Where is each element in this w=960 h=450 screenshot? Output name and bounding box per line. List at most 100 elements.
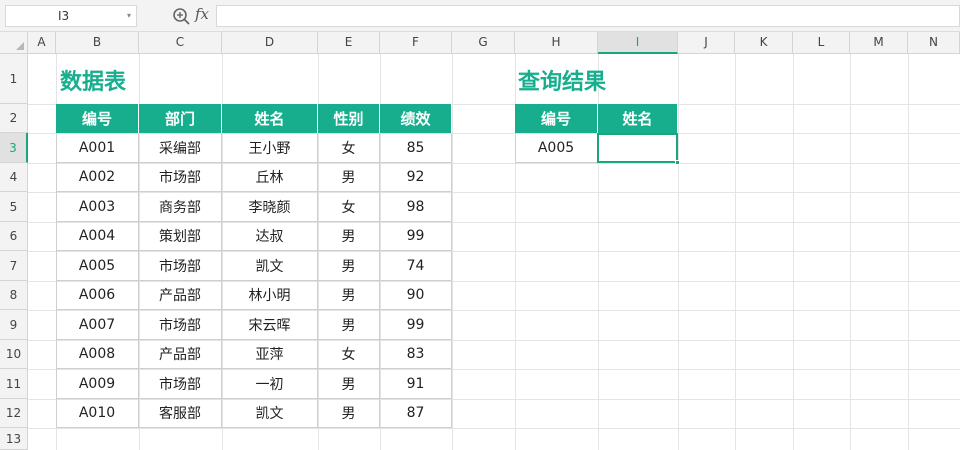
data_table-cell[interactable]: 客服部 [139,399,222,428]
data_table-cell[interactable]: 99 [380,222,452,251]
data_table-cell[interactable]: 男 [318,251,380,281]
row-header-8[interactable]: 8 [0,281,28,310]
row-header-13[interactable]: 13 [0,428,28,450]
data_table-cell[interactable]: 采编部 [139,133,222,163]
data_table-cell[interactable]: 男 [318,281,380,310]
data_table-cell[interactable]: 女 [318,192,380,222]
data_table-header-cell[interactable]: 性别 [318,104,380,133]
gridline-horizontal [28,428,960,429]
data_table-cell[interactable]: A005 [56,251,139,281]
data_table-cell[interactable]: 91 [380,369,452,399]
name-box[interactable]: I3 ▾ [5,5,137,27]
active-cell-cursor[interactable] [597,133,678,163]
query_table-cell[interactable]: A005 [515,133,598,163]
data_table-cell[interactable]: 市场部 [139,251,222,281]
data_table-cell[interactable]: 市场部 [139,163,222,192]
select-all-corner[interactable] [0,32,28,54]
data_table-cell[interactable]: 98 [380,192,452,222]
formula-input[interactable] [216,5,960,27]
data_table-cell[interactable]: 策划部 [139,222,222,251]
column-header-j[interactable]: J [678,32,735,54]
column-header-m[interactable]: M [850,32,908,54]
data_table-cell[interactable]: A009 [56,369,139,399]
data_table-cell[interactable]: A010 [56,399,139,428]
row-header-10[interactable]: 10 [0,340,28,369]
data_table-cell[interactable]: 男 [318,163,380,192]
data_table-cell[interactable]: 李晓颜 [222,192,318,222]
query_table-header-cell[interactable]: 编号 [515,104,598,133]
data_table-cell[interactable]: 产品部 [139,340,222,369]
data_table-cell[interactable]: 男 [318,310,380,340]
row-header-11[interactable]: 11 [0,369,28,399]
formula-bar: I3 ▾ fx [0,0,960,32]
data_table-cell[interactable]: 产品部 [139,281,222,310]
data_table-cell[interactable]: 凯文 [222,251,318,281]
data_table-cell[interactable]: 男 [318,222,380,251]
data_table-cell[interactable]: 男 [318,369,380,399]
row-header-2[interactable]: 2 [0,104,28,133]
data_table-cell[interactable]: 90 [380,281,452,310]
data_table-cell[interactable]: 凯文 [222,399,318,428]
data_table-cell[interactable]: 亚萍 [222,340,318,369]
column-header-e[interactable]: E [318,32,380,54]
fx-label[interactable]: fx [195,5,209,23]
column-header-a[interactable]: A [28,32,56,54]
data_table-cell[interactable]: 女 [318,340,380,369]
data_table-cell[interactable]: 92 [380,163,452,192]
data_table-header-cell[interactable]: 编号 [56,104,139,133]
column-header-c[interactable]: C [139,32,222,54]
data_table-cell[interactable]: 王小野 [222,133,318,163]
data_table-cell[interactable]: 宋云晖 [222,310,318,340]
data_table-cell[interactable]: 林小明 [222,281,318,310]
gridline-vertical [793,54,794,450]
fill-handle[interactable] [675,160,680,165]
data_table-header-cell[interactable]: 部门 [139,104,222,133]
zoom-in-icon[interactable] [172,7,190,25]
column-header-l[interactable]: L [793,32,850,54]
data_table-cell[interactable]: A008 [56,340,139,369]
row-header-4[interactable]: 4 [0,163,28,192]
data_table-cell[interactable]: A006 [56,281,139,310]
data_table-cell[interactable]: 男 [318,399,380,428]
data_table-cell[interactable]: 85 [380,133,452,163]
data_table-cell[interactable]: 女 [318,133,380,163]
data_table-cell[interactable]: 87 [380,399,452,428]
query_table-header-cell[interactable]: 姓名 [598,104,678,133]
row-header-3[interactable]: 3 [0,133,28,163]
row-header-6[interactable]: 6 [0,222,28,251]
column-header-n[interactable]: N [908,32,960,54]
data-table-title: 数据表 [60,70,127,95]
column-header-b[interactable]: B [56,32,139,54]
row-header-12[interactable]: 12 [0,399,28,428]
data_table-cell[interactable]: 达叔 [222,222,318,251]
data_table-header-cell[interactable]: 绩效 [380,104,452,133]
data_table-cell[interactable]: A001 [56,133,139,163]
gridline-vertical [678,54,679,450]
data_table-cell[interactable]: 99 [380,310,452,340]
data_table-cell[interactable]: 丘林 [222,163,318,192]
data_table-cell[interactable]: A002 [56,163,139,192]
data_table-cell[interactable]: 商务部 [139,192,222,222]
row-header-9[interactable]: 9 [0,310,28,340]
chevron-down-icon[interactable]: ▾ [127,6,131,26]
data_table-cell[interactable]: A007 [56,310,139,340]
data_table-header-cell[interactable]: 姓名 [222,104,318,133]
data_table-cell[interactable]: 一初 [222,369,318,399]
data_table-cell[interactable]: A004 [56,222,139,251]
data_table-cell[interactable]: A003 [56,192,139,222]
gridline-vertical [850,54,851,450]
gridline-vertical [908,54,909,450]
data_table-cell[interactable]: 83 [380,340,452,369]
column-header-k[interactable]: K [735,32,793,54]
column-header-f[interactable]: F [380,32,452,54]
column-header-i[interactable]: I [598,32,678,54]
data_table-cell[interactable]: 74 [380,251,452,281]
column-header-g[interactable]: G [452,32,515,54]
column-header-d[interactable]: D [222,32,318,54]
data_table-cell[interactable]: 市场部 [139,310,222,340]
column-header-h[interactable]: H [515,32,598,54]
data_table-cell[interactable]: 市场部 [139,369,222,399]
row-header-5[interactable]: 5 [0,192,28,222]
row-header-1[interactable]: 1 [0,54,28,104]
row-header-7[interactable]: 7 [0,251,28,281]
